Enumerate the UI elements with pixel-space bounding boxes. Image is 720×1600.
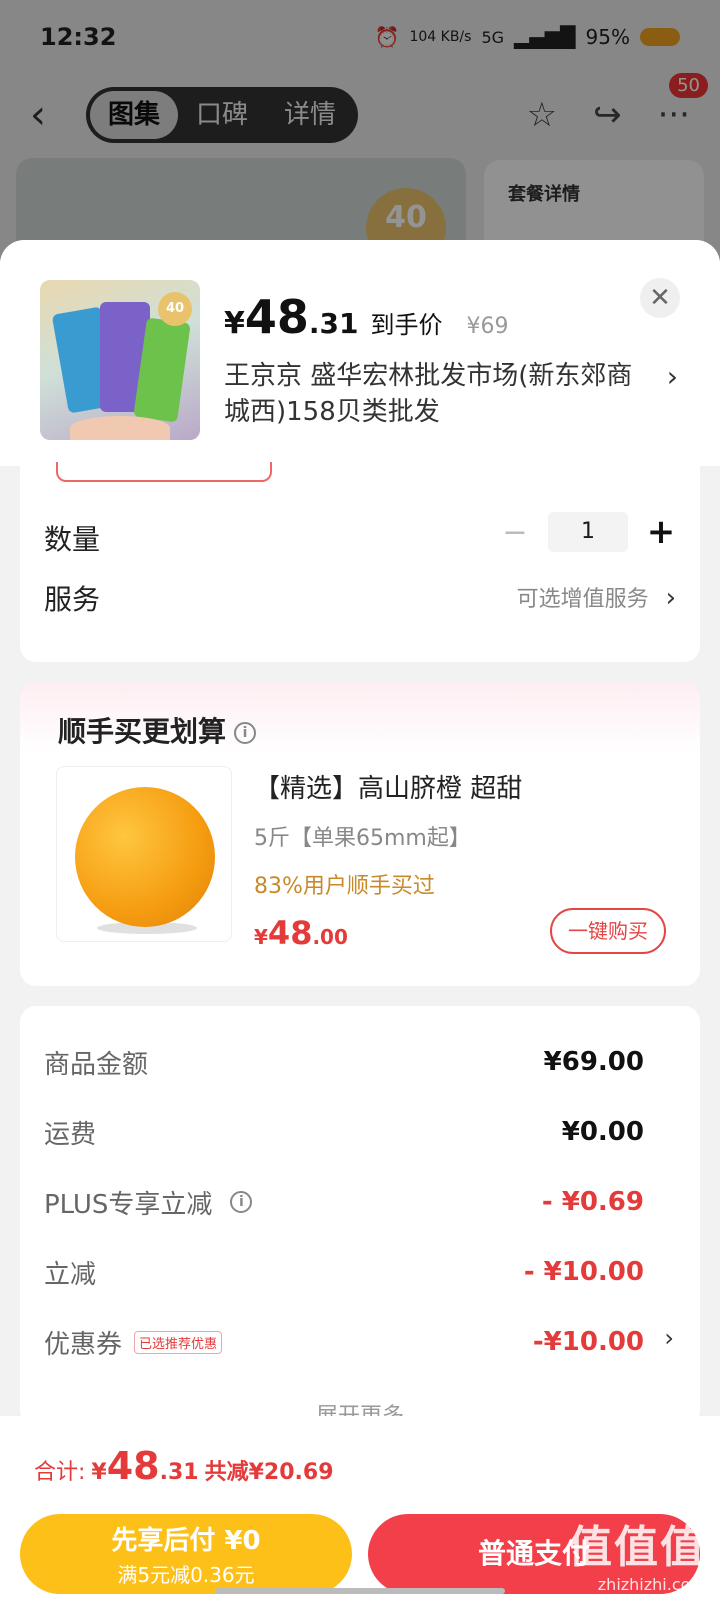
watermark-logo: 值值值 [568, 1522, 706, 1573]
addon-title: 顺手买更划算 i [58, 710, 257, 750]
purchase-sheet: 40 ¥ 48 .31 到手价 ¥69 ✕ 王京京 盛华宏林批发市场(新东郊商城… [0, 240, 720, 1600]
summary-label: PLUS专享立减 i [44, 1184, 253, 1221]
price-int: 48 [244, 290, 309, 344]
price-label: 到手价 [370, 311, 443, 339]
addon-social-proof: 83%用户顺手买过 [254, 874, 435, 899]
total-label: 合计: [34, 1460, 86, 1485]
minus-icon[interactable]: − [500, 515, 530, 550]
checkout-footer: 合计: ¥ 48 .31 共减¥20.69 先享后付 ¥0 满5元减0.36元 … [0, 1416, 720, 1600]
service-value: 可选增值服务 [516, 587, 649, 612]
summary-row: 立减 - ¥10.00 [44, 1252, 644, 1292]
thumb-qty-tag: 40 [158, 292, 192, 326]
summary-value: -¥10.00 [532, 1327, 644, 1357]
addon-price-yen: ¥ [254, 925, 268, 949]
quantity-label: 数量 [44, 523, 101, 556]
pay-later-promo: 满5元减0.36元 [117, 1563, 255, 1587]
original-price: ¥69 [466, 314, 509, 339]
quantity-input[interactable]: 1 [548, 512, 628, 552]
summary-row: 商品金额 ¥69.00 [44, 1042, 644, 1082]
options-card: 数量 − 1 + 服务 可选增值服务 › [20, 462, 700, 662]
coupon-tag: 已选推荐优惠 [134, 1330, 223, 1354]
addon-card: 顺手买更划算 i 【精选】高山脐橙 超甜 5斤【单果65mm起】 83%用户顺手买… [20, 682, 700, 986]
info-icon[interactable]: i [230, 1191, 253, 1213]
addon-price: ¥ 48 .00 [254, 914, 348, 952]
summary-label: 优惠券 已选推荐优惠 [44, 1324, 223, 1361]
dim-overlay[interactable] [0, 0, 720, 260]
chevron-right-icon[interactable]: › [667, 360, 678, 393]
pay-later-label: 先享后付 ¥0 [111, 1526, 261, 1556]
coupon-label: 优惠券 [44, 1329, 123, 1360]
price-yen: ¥ [224, 306, 245, 341]
quantity-stepper: − 1 + [500, 512, 676, 552]
sheet-price: ¥ 48 .31 到手价 ¥69 [224, 290, 509, 344]
total-int: 48 [106, 1444, 160, 1488]
summary-label: 商品金额 [44, 1049, 149, 1080]
watermark-url: zhizhizhi.com [597, 1575, 706, 1594]
summary-label: 运费 [44, 1119, 97, 1150]
summary-value: ¥0.00 [561, 1117, 644, 1147]
summary-row: 运费 ¥0.00 [44, 1112, 644, 1152]
addon-product-name[interactable]: 【精选】高山脐橙 超甜 [254, 768, 522, 805]
coupon-row[interactable]: 优惠券 已选推荐优惠 -¥10.00 [44, 1322, 644, 1362]
home-indicator[interactable] [215, 1588, 505, 1594]
shop-info[interactable]: 王京京 盛华宏林批发市场(新东郊商城西)158贝类批发 [224, 358, 654, 430]
chevron-right-icon: › [665, 583, 676, 613]
addon-product-spec: 5斤【单果65mm起】 [254, 826, 471, 851]
total-yen: ¥ [91, 1460, 107, 1485]
service-label: 服务 [44, 583, 101, 616]
price-dec: .31 [308, 307, 359, 340]
watermark: 值值值 zhizhizhi.com [568, 1511, 706, 1594]
product-thumbnail: 40 [40, 280, 200, 440]
plus-discount-label: PLUS专享立减 [44, 1189, 213, 1220]
chevron-right-icon[interactable]: › [664, 1324, 674, 1352]
summary-label: 立减 [44, 1259, 97, 1290]
total-dec: .31 [159, 1460, 199, 1485]
service-selector[interactable]: 可选增值服务 › [517, 581, 676, 613]
addon-price-int: 48 [267, 914, 313, 952]
addon-title-text: 顺手买更划算 [58, 715, 227, 748]
total-savings: 共减¥20.69 [204, 1460, 334, 1485]
summary-row: PLUS专享立减 i - ¥0.69 [44, 1182, 644, 1222]
pay-later-button[interactable]: 先享后付 ¥0 满5元减0.36元 [20, 1514, 352, 1594]
summary-value: - ¥10.00 [523, 1257, 644, 1287]
info-icon[interactable]: i [234, 722, 257, 744]
plus-icon[interactable]: + [646, 512, 676, 552]
summary-value: ¥69.00 [543, 1047, 644, 1077]
summary-value: - ¥0.69 [541, 1187, 644, 1217]
selected-option-edge[interactable] [56, 462, 272, 482]
one-click-buy-button[interactable]: 一键购买 [550, 908, 666, 954]
sheet-header: 40 ¥ 48 .31 到手价 ¥69 ✕ 王京京 盛华宏林批发市场(新东郊商城… [0, 240, 720, 466]
close-button[interactable]: ✕ [640, 278, 680, 318]
orange-product-image[interactable] [56, 766, 232, 942]
price-summary-card: 商品金额 ¥69.00 运费 ¥0.00 PLUS专享立减 i - ¥0.69 立… [20, 1006, 700, 1429]
total-amount: 合计: ¥ 48 .31 共减¥20.69 [34, 1444, 334, 1488]
addon-price-dec: .00 [312, 925, 348, 949]
